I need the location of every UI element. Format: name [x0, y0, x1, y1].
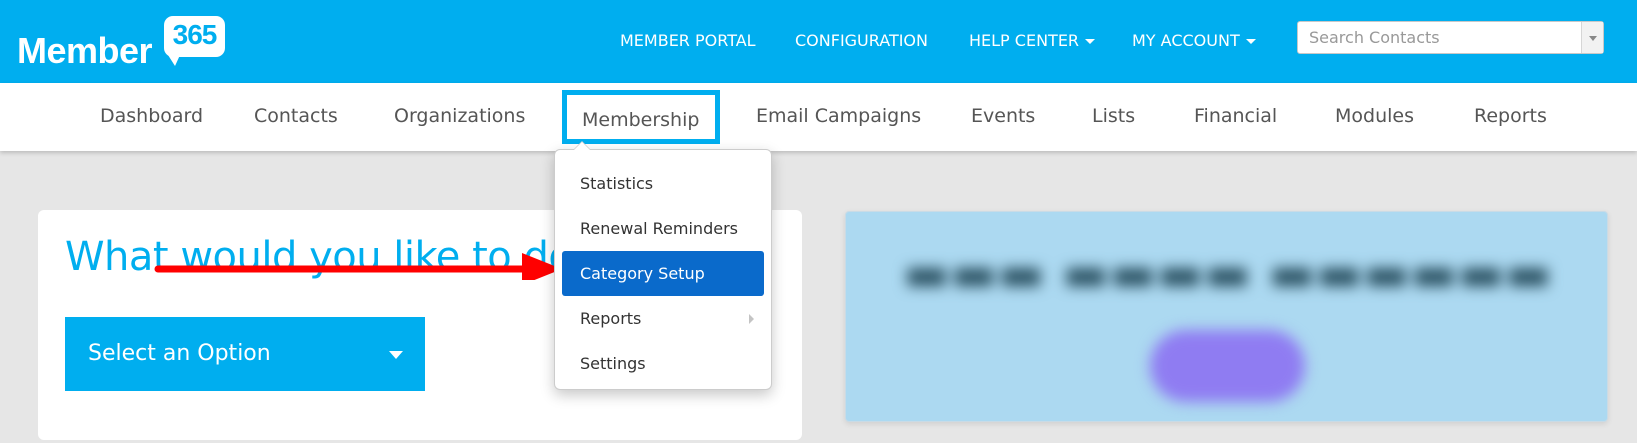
menu-item-statistics[interactable]: Statistics: [562, 161, 764, 206]
menu-item-renewal-reminders-label: Renewal Reminders: [580, 219, 738, 238]
main-nav-contacts[interactable]: Contacts: [254, 105, 338, 127]
menu-item-category-setup-label: Category Setup: [580, 264, 705, 283]
main-nav-membership-label: Membership: [582, 109, 700, 131]
top-nav-member-portal-label: MEMBER PORTAL: [620, 31, 756, 50]
menu-item-reports[interactable]: Reports: [562, 296, 764, 341]
logo-number: 365: [172, 19, 218, 50]
menu-item-category-setup[interactable]: Category Setup: [562, 251, 764, 296]
top-nav-configuration-label: CONFIGURATION: [795, 31, 928, 50]
main-nav-organizations[interactable]: Organizations: [394, 105, 525, 127]
top-nav-help-center[interactable]: HELP CENTER: [969, 31, 1096, 50]
top-bar: Member 365 MEMBER PORTAL CONFIGURATION H…: [0, 0, 1637, 83]
main-nav-membership[interactable]: Membership: [562, 90, 721, 144]
top-nav-help-center-label: HELP CENTER: [969, 31, 1080, 50]
top-nav-my-account[interactable]: MY ACCOUNT: [1132, 31, 1256, 50]
chevron-down-icon: [1589, 36, 1597, 41]
menu-item-reports-label: Reports: [580, 309, 642, 328]
main-nav: Dashboard Contacts Organizations Members…: [0, 83, 1637, 151]
promo-blurred-button[interactable]: [1150, 330, 1305, 402]
caret-down-icon: [1245, 39, 1256, 44]
menu-item-renewal-reminders[interactable]: Renewal Reminders: [562, 206, 764, 251]
top-nav-member-portal[interactable]: MEMBER PORTAL: [620, 31, 756, 50]
logo-speech-bubble: 365: [164, 16, 225, 66]
top-nav-configuration[interactable]: CONFIGURATION: [795, 31, 928, 50]
main-nav-dashboard[interactable]: Dashboard: [100, 105, 203, 127]
select-option-dropdown[interactable]: Select an Option: [65, 317, 425, 391]
caret-down-icon: [1085, 39, 1096, 44]
menu-item-settings[interactable]: Settings: [562, 341, 764, 386]
main-nav-modules[interactable]: Modules: [1335, 105, 1414, 127]
main-nav-events[interactable]: Events: [971, 105, 1035, 127]
chevron-right-icon: [749, 314, 754, 324]
main-nav-email-campaigns[interactable]: Email Campaigns: [756, 105, 921, 127]
membership-dropdown-menu: Statistics Renewal Reminders Category Se…: [554, 141, 772, 390]
main-nav-financial[interactable]: Financial: [1194, 105, 1277, 127]
search-dropdown-toggle[interactable]: [1581, 22, 1603, 53]
search-contacts-input[interactable]: [1298, 22, 1568, 53]
annotation-arrow-icon: [154, 253, 562, 280]
promo-blurred-title: ▬▬▬ ▬▬▬▬ ▬▬▬▬▬▬: [903, 244, 1552, 302]
promo-banner: ▬▬▬ ▬▬▬▬ ▬▬▬▬▬▬: [845, 211, 1608, 422]
menu-item-statistics-label: Statistics: [580, 174, 654, 193]
select-option-label: Select an Option: [88, 341, 271, 366]
top-nav-my-account-label: MY ACCOUNT: [1132, 31, 1240, 50]
menu-item-settings-label: Settings: [580, 354, 646, 373]
main-nav-reports[interactable]: Reports: [1474, 105, 1547, 127]
main-nav-lists[interactable]: Lists: [1092, 105, 1135, 127]
search-contacts-box: [1297, 21, 1604, 54]
caret-down-icon: [389, 351, 403, 359]
logo-word: Member: [17, 30, 153, 71]
